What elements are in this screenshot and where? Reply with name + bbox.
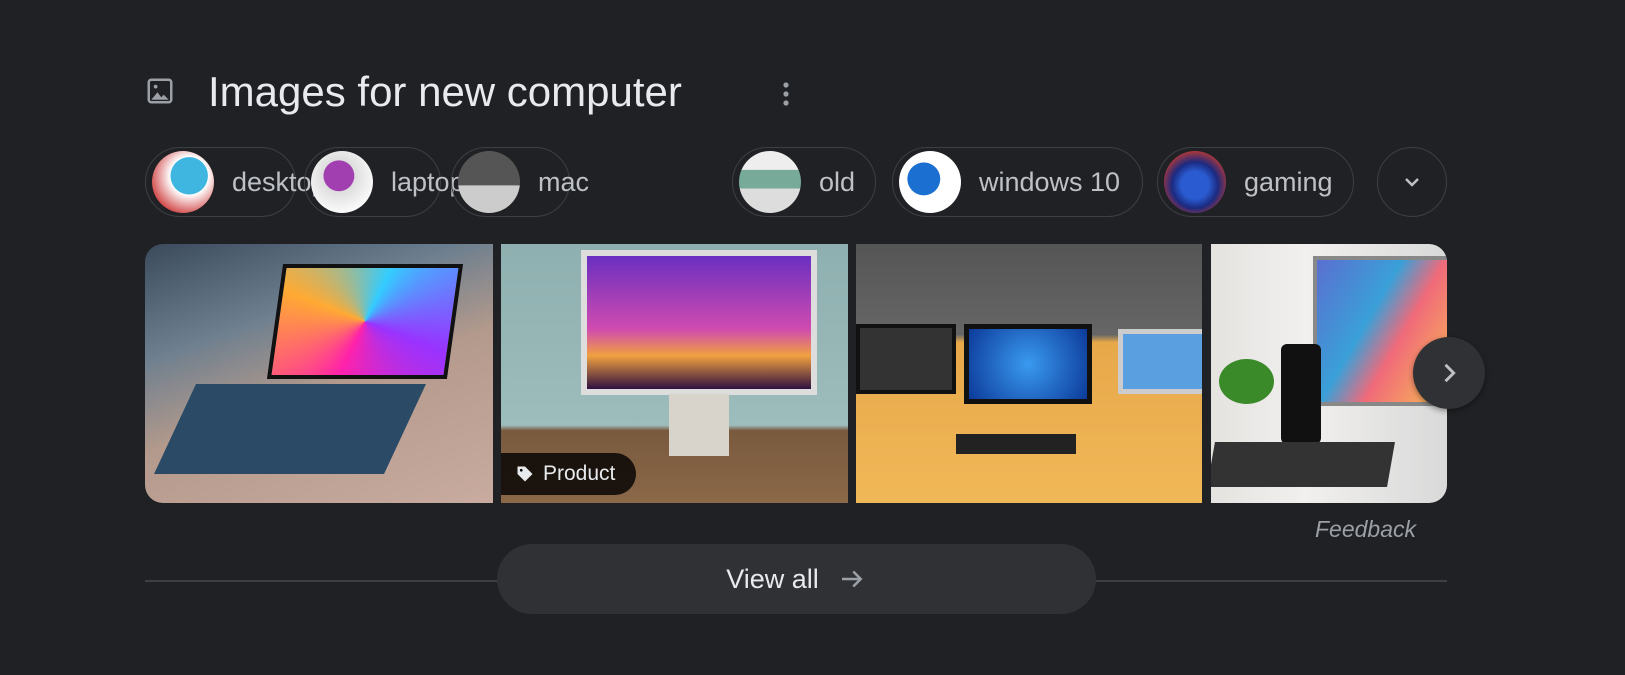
chip-desktop[interactable]: desktop bbox=[145, 147, 327, 217]
chevron-down-icon bbox=[1405, 178, 1419, 187]
product-badge: Product bbox=[501, 453, 636, 495]
chip-thumbnail bbox=[311, 151, 373, 213]
more-vert-icon[interactable] bbox=[776, 80, 796, 108]
image-result-1[interactable] bbox=[145, 244, 493, 503]
chip-label: mac bbox=[538, 166, 590, 197]
chevron-right-icon bbox=[1444, 363, 1456, 383]
chip-thumbnail bbox=[739, 151, 801, 213]
chip-mac[interactable]: mac bbox=[451, 147, 589, 217]
section-title: Images for new computer bbox=[208, 68, 682, 115]
image-result-4[interactable] bbox=[1211, 244, 1447, 503]
chip-old[interactable]: old bbox=[732, 147, 876, 217]
image-icon bbox=[147, 78, 173, 104]
chip-thumbnail bbox=[1164, 151, 1226, 213]
chip-thumbnail bbox=[152, 151, 214, 213]
chip-label: gaming bbox=[1244, 166, 1333, 197]
chip-label: old bbox=[819, 166, 856, 197]
expand-chips-button[interactable] bbox=[1377, 147, 1447, 217]
chip-label: windows 10 bbox=[979, 166, 1121, 197]
chip-windows-10[interactable]: windows 10 bbox=[892, 147, 1143, 217]
chip-laptop[interactable]: laptop bbox=[304, 147, 465, 217]
view-all-button[interactable]: View all bbox=[497, 544, 1096, 614]
chip-thumbnail bbox=[458, 151, 520, 213]
badge-label: Product bbox=[543, 462, 616, 485]
view-all-label: View all bbox=[726, 563, 819, 594]
chip-gaming[interactable]: gaming bbox=[1157, 147, 1354, 217]
chip-thumbnail bbox=[899, 151, 961, 213]
feedback-link[interactable]: Feedback bbox=[1300, 516, 1416, 543]
arrow-right-icon bbox=[841, 570, 863, 588]
tag-icon bbox=[517, 466, 533, 482]
image-result-3[interactable] bbox=[856, 244, 1202, 503]
next-images-button[interactable] bbox=[1413, 337, 1485, 409]
